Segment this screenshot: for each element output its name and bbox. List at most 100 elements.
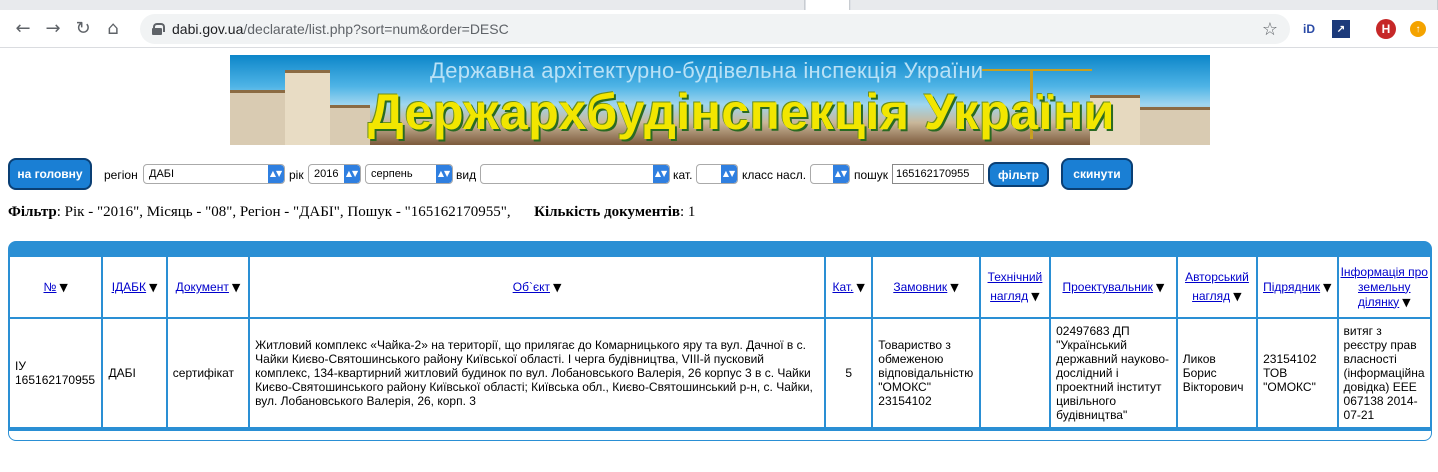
url-host: dabi.gov.ua — [172, 21, 244, 37]
profile-avatar[interactable]: Н — [1376, 19, 1396, 39]
extension-chart-icon[interactable]: ↗ — [1332, 20, 1350, 38]
declarations-table-wrap: № ▼ ІДАБК ▼ Документ ▼ Об`єкт ▼ Кат. ▼ Замовн… — [8, 241, 1432, 441]
site-banner[interactable]: Державна архітектурно-будівельна інспекц… — [230, 55, 1210, 145]
document-count-label: Кількість документів — [534, 204, 680, 220]
reload-icon[interactable]: ↻ — [68, 14, 98, 44]
column-header-category[interactable]: Кат. ▼ — [826, 257, 872, 317]
banner-crane — [982, 69, 1092, 71]
sort-desc-icon[interactable]: ▼ — [59, 281, 67, 294]
banner-building — [285, 70, 330, 145]
column-header-idabk[interactable]: ІДАБК ▼ — [103, 257, 166, 317]
chevron-down-icon: ▲▼ — [436, 165, 452, 183]
sort-desc-icon[interactable]: ▼ — [950, 281, 958, 294]
chevron-down-icon: ▲▼ — [268, 165, 284, 183]
class-select[interactable]: ▲▼ — [810, 164, 850, 184]
cell-idabk: ДАБІ — [103, 319, 166, 427]
year-select[interactable]: 2016 ▲▼ — [308, 164, 361, 184]
column-header-land-info[interactable]: Інформація про земельну ділянку ▼ — [1338, 257, 1430, 317]
column-header-contractor[interactable]: Підрядник ▼ — [1258, 257, 1337, 317]
reset-button[interactable]: скинути — [1061, 158, 1133, 190]
sort-desc-icon[interactable]: ▼ — [1156, 281, 1164, 294]
extension-update-icon[interactable]: ↑ — [1410, 21, 1426, 37]
bookmark-star-icon[interactable]: ☆ — [1262, 19, 1278, 40]
column-header-tech-supervision[interactable]: Технічний нагляд ▼ — [980, 257, 1050, 317]
search-input[interactable]: 165162170955 — [892, 164, 984, 184]
column-header-label[interactable]: Кат. — [832, 280, 853, 294]
region-select[interactable]: ДАБІ ▲▼ — [143, 164, 285, 184]
month-select[interactable]: серпень ▲▼ — [365, 164, 453, 184]
chevron-down-icon: ▲▼ — [653, 165, 669, 183]
cell-category: 5 — [826, 319, 872, 427]
column-header-author-supervision[interactable]: Авторський нагляд ▼ — [1177, 257, 1257, 317]
region-label: регіон — [104, 168, 138, 182]
column-header-num[interactable]: № ▼ — [10, 257, 102, 317]
column-header-document[interactable]: Документ ▼ — [167, 257, 249, 317]
year-select-value: 2016 — [314, 168, 339, 180]
sort-desc-icon[interactable]: ▼ — [1402, 295, 1410, 310]
sort-desc-icon[interactable]: ▼ — [1233, 287, 1241, 306]
address-bar[interactable]: dabi.gov.ua/declarate/list.php?sort=num&… — [140, 14, 1290, 44]
column-header-customer[interactable]: Замовник ▼ — [873, 257, 979, 317]
filter-bar: на головну регіон ДАБІ ▲▼ рік 2016 ▲▼ серп… — [8, 158, 1428, 190]
column-header-object[interactable]: Об`єкт ▼ — [250, 257, 825, 317]
column-header-label[interactable]: Об`єкт — [513, 280, 550, 294]
column-header-designer[interactable]: Проектувальник ▼ — [1051, 257, 1176, 317]
sort-desc-icon[interactable]: ▼ — [149, 281, 157, 294]
url-path: /declarate/list.php?sort=num&order=DESC — [243, 21, 509, 37]
filter-summary-label: Фільтр — [8, 204, 57, 220]
chevron-down-icon: ▲▼ — [344, 165, 360, 183]
class-label: класс насл. — [742, 168, 807, 182]
declarations-table: № ▼ ІДАБК ▼ Документ ▼ Об`єкт ▼ Кат. ▼ Замовн… — [8, 255, 1432, 429]
type-select[interactable]: ▲▼ — [480, 164, 670, 184]
cell-document: сертифікат — [167, 319, 249, 427]
banner-title: Держархбудінспекція України — [368, 84, 1116, 140]
type-label: вид — [456, 168, 477, 182]
cell-customer: Товариство з обмеженою відповідальністю … — [873, 319, 979, 427]
banner-building — [330, 105, 370, 145]
document-count-value: : 1 — [679, 204, 696, 220]
column-header-label[interactable]: № — [44, 280, 57, 294]
tab-strip — [0, 0, 1438, 10]
browser-tab-active[interactable] — [806, 0, 850, 10]
lock-icon — [152, 23, 165, 35]
column-header-label[interactable]: Документ — [176, 280, 229, 294]
cell-author-supervision: Ликов Борис Вікторович — [1177, 319, 1257, 427]
sort-desc-icon[interactable]: ▼ — [232, 281, 240, 294]
home-button[interactable]: на головну — [8, 158, 92, 190]
cell-designer: 02497683 ДП "Український державний науко… — [1051, 319, 1176, 427]
banner-subtitle: Державна архітектурно-будівельна інспекц… — [430, 58, 984, 83]
forward-icon[interactable]: → — [38, 14, 68, 44]
column-header-label[interactable]: Проектувальник — [1062, 280, 1152, 294]
browser-tab[interactable] — [851, 0, 1438, 10]
home-icon[interactable]: ⌂ — [98, 14, 128, 44]
table-header-row: № ▼ ІДАБК ▼ Документ ▼ Об`єкт ▼ Кат. ▼ Замовн… — [10, 257, 1430, 317]
banner-building — [1140, 107, 1210, 145]
cell-tech-supervision — [980, 319, 1050, 427]
table-row: ІУ 165162170955 ДАБІ сертифікат Житловий… — [10, 319, 1430, 427]
column-header-label[interactable]: Замовник — [893, 280, 947, 294]
region-select-value: ДАБІ — [149, 168, 175, 180]
sort-desc-icon[interactable]: ▼ — [856, 281, 864, 294]
column-header-label[interactable]: ІДАБК — [112, 280, 146, 294]
filter-summary: Фільтр: Рік - "2016", Місяць - "08", Рег… — [8, 204, 695, 221]
browser-tab[interactable] — [0, 0, 805, 10]
cell-contractor: 23154102 ТОВ "ОМОКС" — [1258, 319, 1337, 427]
year-label: рік — [289, 168, 304, 182]
sort-desc-icon[interactable]: ▼ — [1323, 281, 1331, 294]
category-select[interactable]: ▲▼ — [696, 164, 738, 184]
back-icon[interactable]: ← — [8, 14, 38, 44]
column-header-label[interactable]: Інформація про земельну ділянку — [1341, 265, 1428, 309]
chevron-down-icon: ▲▼ — [721, 165, 737, 183]
extension-id-icon[interactable]: iD — [1300, 20, 1318, 38]
column-header-label[interactable]: Підрядник — [1263, 280, 1320, 294]
cell-object: Житловий комплекс «Чайка-2» на території… — [250, 319, 825, 427]
category-label: кат. — [673, 168, 693, 182]
sort-desc-icon[interactable]: ▼ — [553, 281, 561, 294]
filter-button[interactable]: фільтр — [988, 162, 1049, 187]
table-bottom-bar — [8, 429, 1432, 441]
search-label: пошук — [854, 168, 889, 182]
filter-summary-text: : Рік - "2016", Місяць - "08", Регіон - … — [56, 204, 511, 220]
cell-land-info: витяг з реєстру прав власності (інформац… — [1338, 319, 1430, 427]
banner-building — [230, 90, 290, 145]
sort-desc-icon[interactable]: ▼ — [1031, 287, 1039, 306]
